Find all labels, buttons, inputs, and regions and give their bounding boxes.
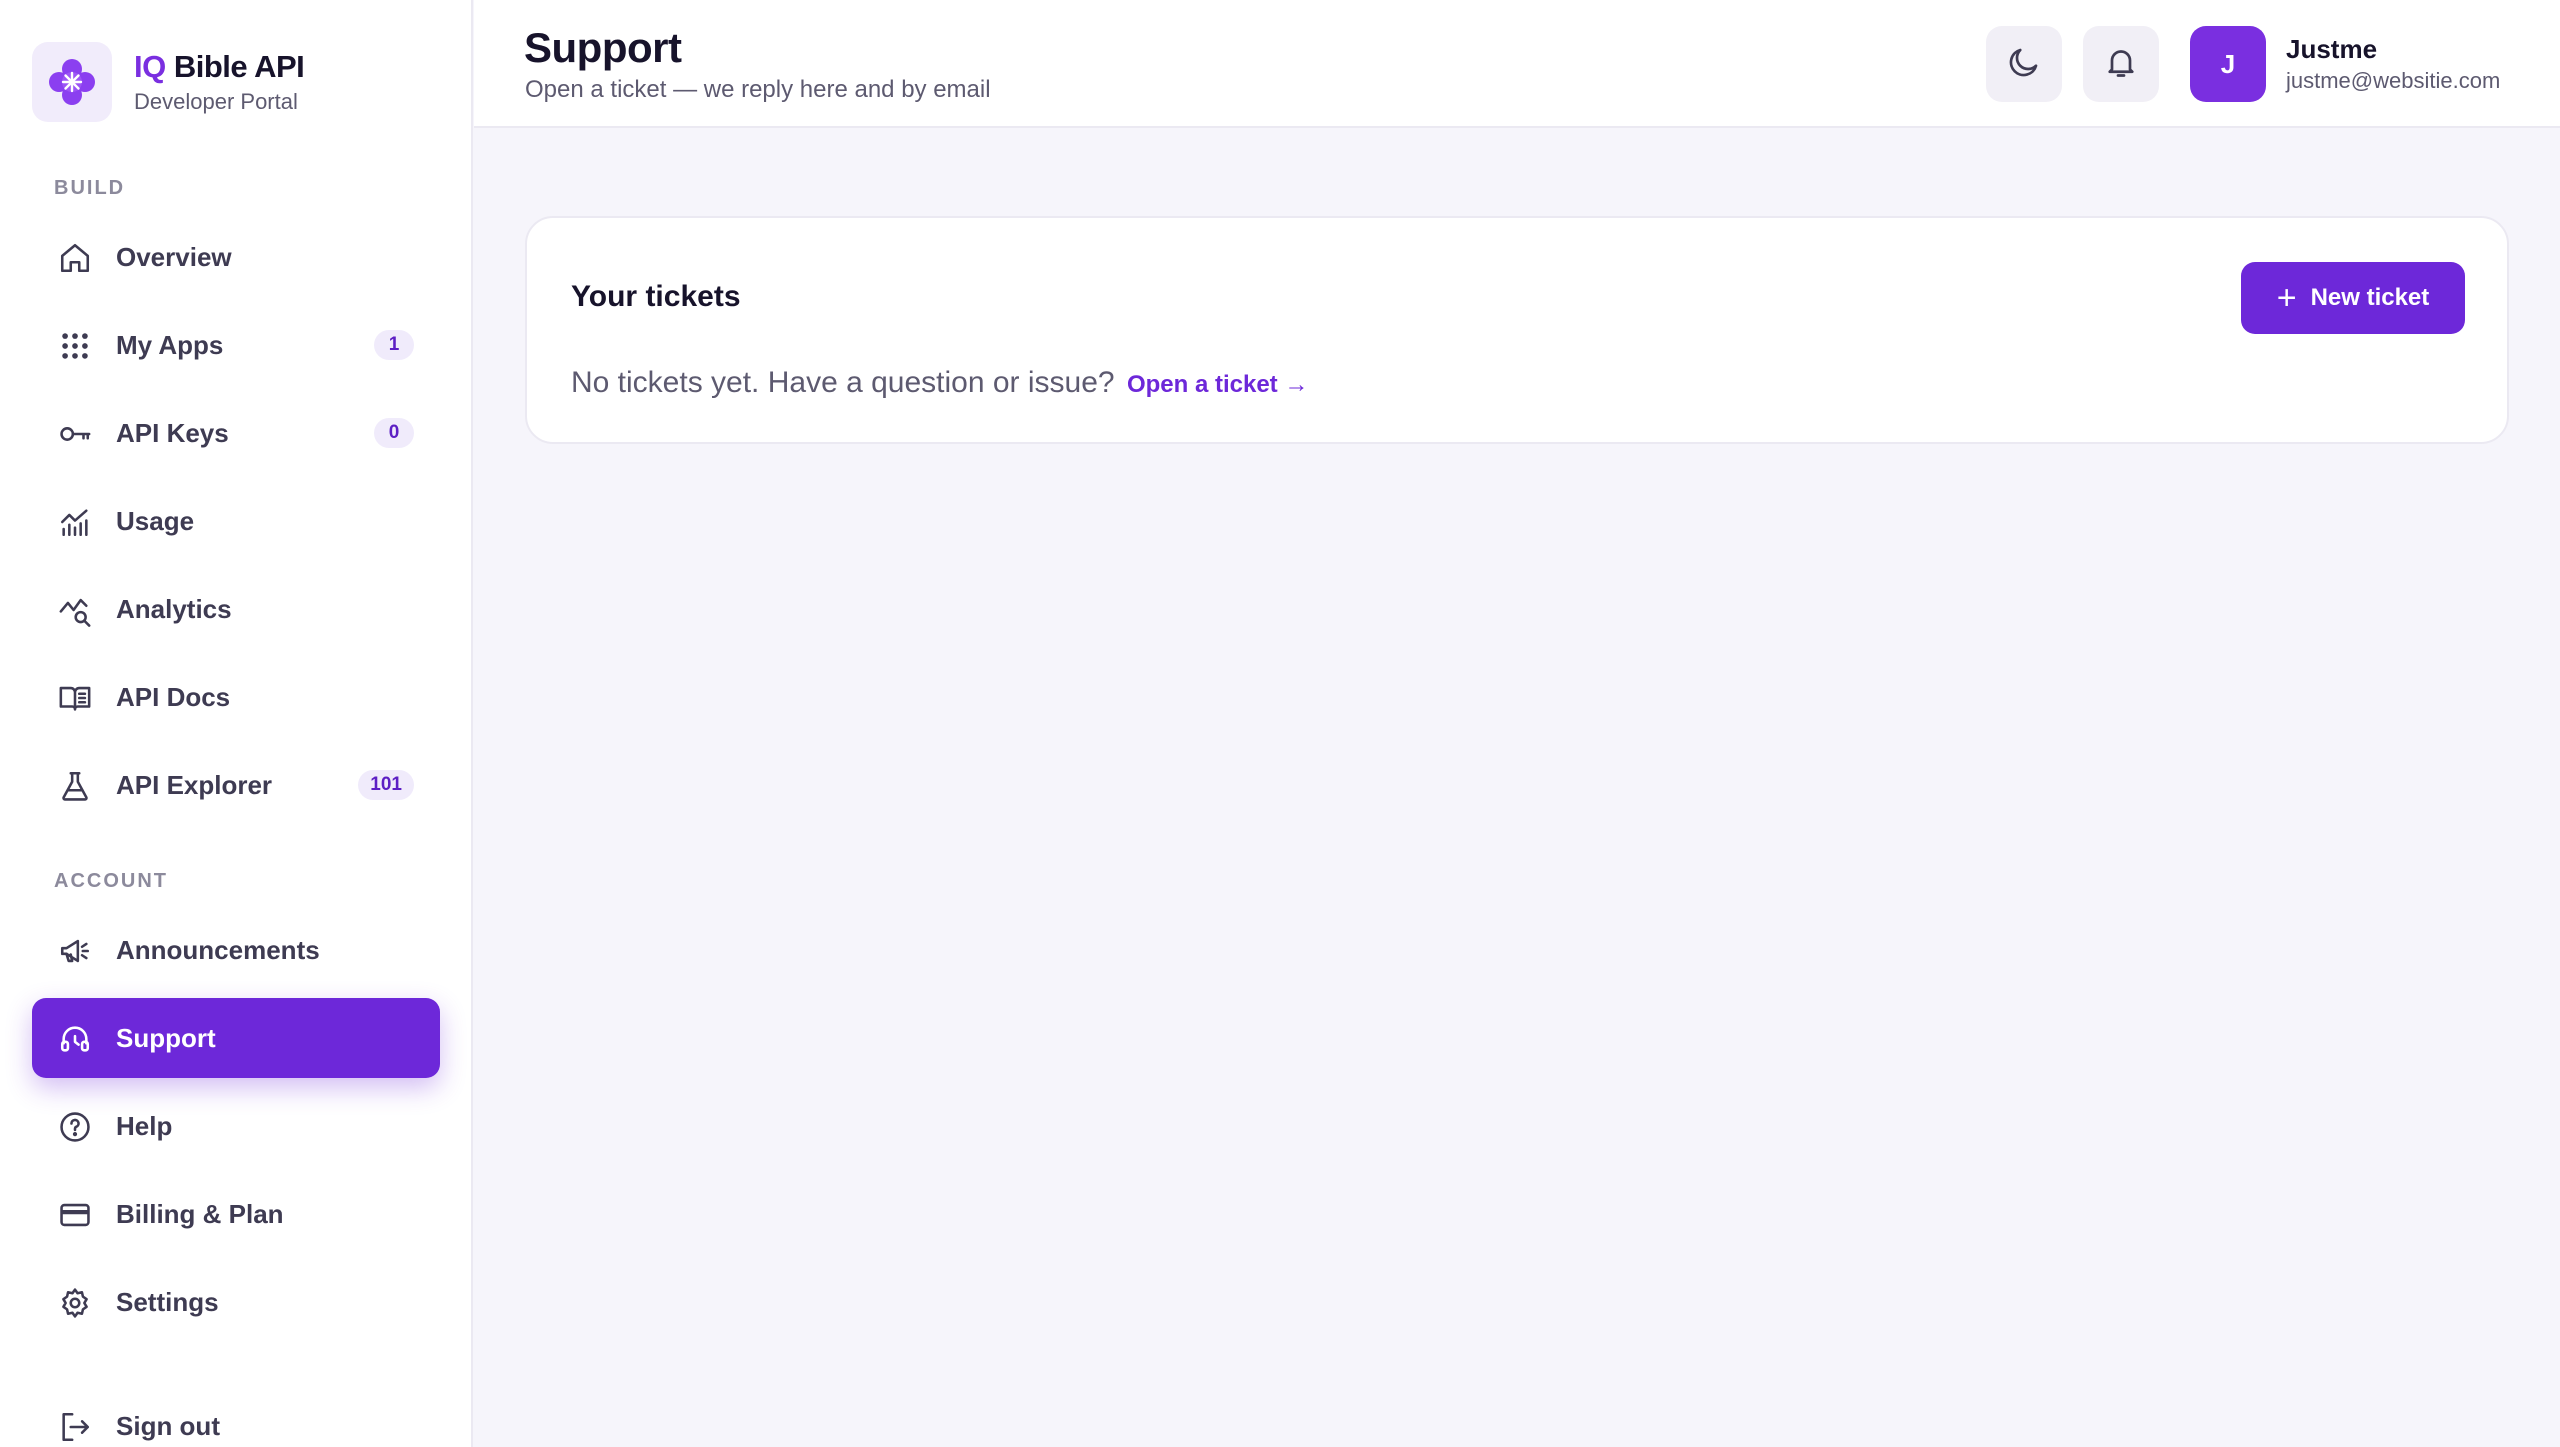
sidebar-item-usage[interactable]: Usage [32, 481, 440, 561]
sidebar-item-api-explorer[interactable]: API Explorer 101 [32, 745, 440, 825]
chart-icon [58, 505, 92, 539]
theme-toggle-button[interactable] [1986, 26, 2062, 102]
avatar[interactable]: J [2190, 26, 2266, 102]
tickets-card: Your tickets + New ticket No tickets yet… [525, 216, 2509, 444]
brand[interactable]: IQ Bible API Developer Portal [32, 42, 305, 122]
page-subtitle: Open a ticket — we reply here and by ema… [525, 76, 991, 103]
notifications-button[interactable] [2083, 26, 2159, 102]
sidebar-item-label: API Docs [116, 681, 231, 712]
section-label-account: ACCOUNT [54, 870, 168, 892]
sidebar-item-help[interactable]: Help [32, 1086, 440, 1166]
sidebar-item-analytics[interactable]: Analytics [32, 569, 440, 649]
empty-state: No tickets yet. Have a question or issue… [571, 366, 1308, 400]
sidebar-item-support[interactable]: Support [32, 998, 440, 1078]
tickets-title: Your tickets [571, 280, 741, 313]
sidebar-item-announcements[interactable]: Announcements [32, 910, 440, 990]
count-badge: 0 [374, 418, 414, 448]
page-title: Support [524, 24, 682, 71]
sign-out-button[interactable]: Sign out [32, 1386, 440, 1447]
section-label-build: BUILD [54, 177, 126, 199]
count-badge: 101 [358, 770, 414, 800]
sidebar-item-label: Settings [116, 1286, 219, 1317]
sidebar-item-label: API Keys [116, 417, 229, 448]
sidebar-item-api-docs[interactable]: API Docs [32, 657, 440, 737]
megaphone-icon [58, 934, 92, 968]
headset-icon [58, 1022, 92, 1056]
count-badge: 1 [374, 330, 414, 360]
brand-subtitle: Developer Portal [134, 89, 298, 114]
help-icon [58, 1110, 92, 1144]
sidebar: IQ Bible API Developer Portal BUILD Over… [0, 0, 473, 1447]
user-email: justme@websitie.com [2286, 68, 2501, 93]
open-ticket-link[interactable]: Open a ticket → [1127, 371, 1308, 398]
plus-icon: + [2276, 279, 2297, 317]
sidebar-item-label: Help [116, 1110, 173, 1141]
logo-icon [32, 42, 112, 122]
sidebar-item-label: My Apps [116, 329, 224, 360]
sidebar-item-api-keys[interactable]: API Keys 0 [32, 393, 440, 473]
sign-out-icon [58, 1410, 92, 1444]
book-icon [58, 681, 92, 715]
user-name: Justme [2286, 34, 2378, 64]
bell-icon [2103, 44, 2139, 85]
sidebar-item-my-apps[interactable]: My Apps 1 [32, 305, 440, 385]
key-icon [58, 417, 92, 451]
moon-icon [2006, 44, 2042, 85]
flask-icon [58, 769, 92, 803]
sidebar-item-label: Announcements [116, 934, 320, 965]
sidebar-item-label: API Explorer [116, 769, 273, 800]
sidebar-item-label: Analytics [116, 593, 232, 624]
gear-icon [58, 1286, 92, 1320]
analytics-icon [58, 593, 92, 627]
sidebar-item-overview[interactable]: Overview [32, 217, 440, 297]
sidebar-item-label: Billing & Plan [116, 1198, 284, 1229]
sidebar-item-label: Overview [116, 241, 232, 272]
sign-out-label: Sign out [116, 1410, 220, 1441]
empty-text: No tickets yet. Have a question or issue… [571, 366, 1115, 399]
home-icon [58, 241, 92, 275]
card-icon [58, 1198, 92, 1232]
brand-title: IQ Bible API [134, 49, 305, 84]
sidebar-item-billing[interactable]: Billing & Plan [32, 1174, 440, 1254]
sidebar-item-settings[interactable]: Settings [32, 1262, 440, 1342]
sidebar-item-label: Usage [116, 505, 195, 536]
top-header: Support Open a ticket — we reply here an… [474, 0, 2560, 128]
new-ticket-label: New ticket [2310, 284, 2430, 311]
grid-icon [58, 329, 92, 363]
new-ticket-button[interactable]: + New ticket [2241, 262, 2465, 334]
sidebar-item-label: Support [116, 1022, 216, 1053]
